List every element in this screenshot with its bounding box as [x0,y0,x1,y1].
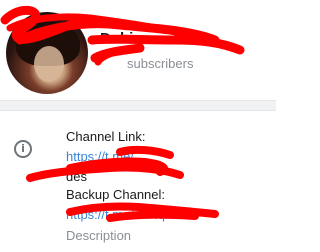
backup-channel-link[interactable]: https://t.me/...INqrx [66,207,176,222]
info-icon: i [14,140,32,158]
channel-middle-text: des [66,169,87,184]
section-divider [0,100,276,111]
avatar-face [34,46,64,82]
description-label: Description [66,228,132,243]
channel-avatar[interactable] [6,12,88,94]
channel-link-label: Channel Link: [66,129,146,144]
channel-link[interactable]: https://t.me/ [66,149,134,164]
backup-channel-label: Backup Channel: [66,187,166,202]
channel-header: Dubi subscribers [0,0,276,100]
channel-info-section: i Channel Link: https://t.me/ des Backup… [0,111,276,252]
channel-name: Dubi [100,30,134,47]
subscribers-count: subscribers [127,56,194,71]
